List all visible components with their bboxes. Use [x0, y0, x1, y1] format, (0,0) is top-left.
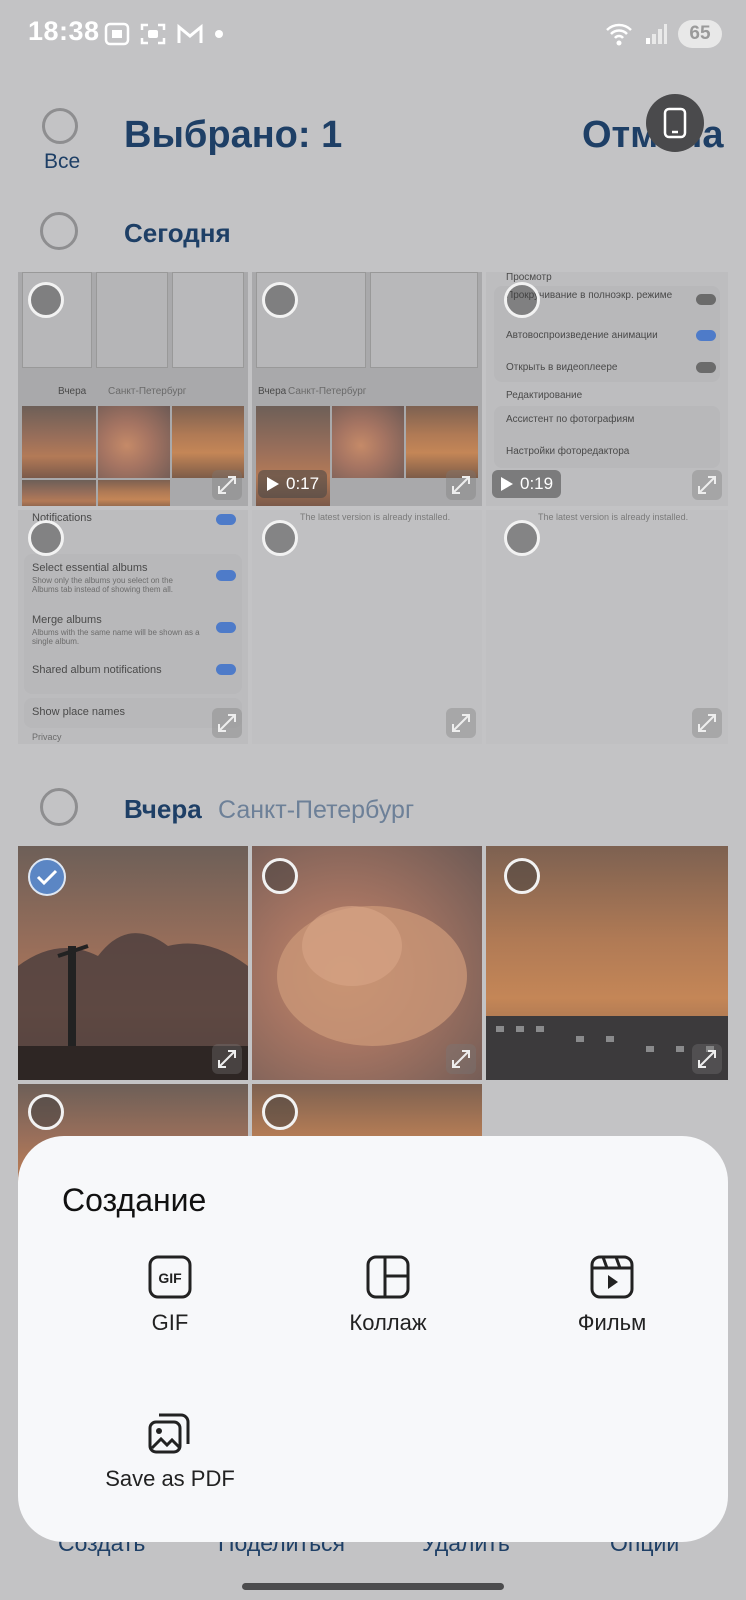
check-icon — [36, 869, 58, 886]
mini-label-location: Санкт-Петербург — [108, 386, 187, 397]
wifi-icon — [606, 23, 632, 46]
thumb-select-circle[interactable] — [504, 282, 540, 318]
mini-setting-desc: Albums with the same name will be shown … — [32, 628, 200, 646]
thumb-select-circle[interactable] — [262, 1094, 298, 1130]
mini-setting-row: Открыть в видеоплеере — [506, 362, 618, 373]
svg-text:GIF: GIF — [158, 1270, 182, 1286]
movie-icon — [590, 1255, 634, 1299]
video-duration-badge: 0:17 — [258, 470, 328, 498]
movie-label: Фильм — [577, 1310, 647, 1335]
select-today-checkbox[interactable] — [40, 212, 78, 250]
create-collage-button[interactable]: Коллаж — [318, 1254, 458, 1336]
mini-setting-row: Автовоспроизведение анимации — [506, 330, 658, 341]
mini-settings-header: Просмотр — [506, 272, 552, 283]
expand-icon[interactable] — [692, 708, 722, 738]
screenshot-icon — [104, 22, 130, 46]
create-movie-button[interactable]: Фильм — [542, 1254, 682, 1336]
mini-update-text: The latest version is already installed. — [538, 512, 689, 522]
thumb-select-circle[interactable] — [28, 282, 64, 318]
thumb-select-circle[interactable] — [504, 858, 540, 894]
create-bottom-sheet: Создание GIF GIF Коллаж Фильм Save as PD… — [18, 1136, 728, 1542]
status-notification-icons — [104, 20, 224, 48]
phone-rotate-icon — [663, 107, 687, 139]
battery-indicator: 65 — [678, 20, 722, 48]
mini-label-yesterday: Вчера — [258, 386, 287, 397]
mini-update-text: The latest version is already installed. — [300, 512, 451, 522]
section-yesterday-location: Санкт-Петербург — [218, 796, 415, 824]
mini-setting-row: Настройки фоторедактора — [506, 446, 630, 457]
save-as-pdf-label: Save as PDF — [105, 1466, 235, 1491]
status-system-icons: 65 — [604, 20, 722, 48]
expand-icon[interactable] — [446, 1044, 476, 1074]
expand-icon[interactable] — [446, 470, 476, 500]
mini-setting-row: Show place names — [32, 706, 125, 718]
mini-setting-row: Ассистент по фотографиям — [506, 414, 635, 425]
video-duration: 0:17 — [286, 474, 320, 493]
expand-icon[interactable] — [212, 1044, 242, 1074]
mini-label-location: Санкт-Петербург — [288, 386, 367, 397]
section-yesterday-label: Вчера — [124, 794, 202, 824]
rotate-screen-button[interactable] — [646, 94, 704, 152]
screen-record-icon — [140, 23, 166, 45]
video-duration-badge: 0:19 — [492, 470, 562, 498]
select-yesterday-checkbox[interactable] — [40, 788, 78, 826]
thumb-select-circle[interactable] — [28, 520, 64, 556]
expand-icon[interactable] — [212, 470, 242, 500]
home-indicator[interactable] — [242, 1583, 504, 1590]
thumb-select-circle[interactable] — [262, 520, 298, 556]
mini-setting-desc: Show only the albums you select on the A… — [32, 576, 173, 594]
collage-icon — [366, 1255, 410, 1299]
play-icon — [267, 477, 279, 491]
gif-label: GIF — [151, 1310, 189, 1335]
mini-label-yesterday: Вчера — [58, 386, 87, 397]
save-as-pdf-button[interactable]: Save as PDF — [80, 1410, 260, 1492]
expand-icon[interactable] — [692, 1044, 722, 1074]
create-gif-button[interactable]: GIF GIF — [110, 1254, 230, 1336]
section-today-label: Сегодня — [124, 218, 231, 248]
status-time: 18:38 — [28, 16, 100, 46]
gif-icon: GIF — [148, 1255, 192, 1299]
sheet-title: Создание — [62, 1182, 207, 1218]
select-all-checkbox[interactable] — [42, 108, 78, 144]
thumb-select-circle[interactable] — [28, 1094, 64, 1130]
thumb-select-circle[interactable] — [262, 858, 298, 894]
collage-label: Коллаж — [349, 1310, 427, 1335]
mini-setting-row: Shared album notifications — [32, 664, 162, 676]
thumb-select-circle[interactable] — [504, 520, 540, 556]
signal-icon — [646, 24, 667, 44]
pdf-images-icon — [148, 1413, 190, 1454]
select-all-label: Все — [44, 150, 81, 173]
thumb-select-circle[interactable] — [262, 282, 298, 318]
mini-settings-header: Редактирование — [506, 390, 583, 401]
expand-icon[interactable] — [692, 470, 722, 500]
play-icon — [501, 477, 513, 491]
dot-icon — [215, 30, 223, 38]
video-duration: 0:19 — [520, 474, 554, 493]
mini-setting-row: Select essential albums — [32, 562, 148, 574]
photo-selected-checkmark[interactable] — [28, 858, 66, 896]
expand-icon[interactable] — [446, 708, 476, 738]
mini-settings-header: Privacy — [32, 732, 62, 742]
expand-icon[interactable] — [212, 708, 242, 738]
mini-setting-row: Merge albums — [32, 614, 102, 626]
gmail-icon — [177, 23, 203, 43]
page-title: Выбрано: 1 — [124, 114, 343, 156]
